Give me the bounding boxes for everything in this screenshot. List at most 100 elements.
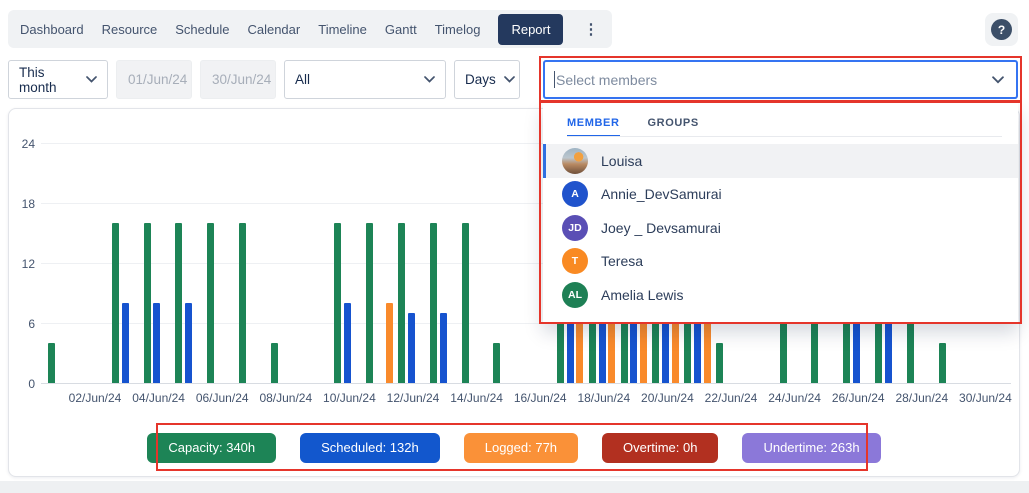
- member-option-louisa[interactable]: Louisa: [543, 144, 1018, 178]
- y-axis-label-24: 24: [9, 137, 35, 151]
- bar-scheduled-day10: [344, 303, 351, 383]
- avatar-initials: A: [562, 181, 588, 207]
- text-cursor: [554, 71, 555, 88]
- date-range-select[interactable]: This month: [8, 60, 108, 99]
- x-axis-label-28-jun-24: 28/Jun/24: [889, 391, 955, 405]
- date-from-value: 01/Jun/24: [128, 72, 187, 87]
- bar-capacity-day10: [334, 223, 341, 383]
- avatar-initials: AL: [562, 282, 588, 308]
- bar-capacity-day4: [144, 223, 151, 383]
- unit-select[interactable]: Days: [454, 60, 520, 99]
- y-axis-label-0: 0: [9, 377, 35, 391]
- member-select-input[interactable]: Select members: [543, 60, 1018, 99]
- bar-capacity-day29: [939, 343, 946, 383]
- x-axis-label-24-jun-24: 24/Jun/24: [762, 391, 828, 405]
- member-option-amelia-lewis[interactable]: AL Amelia Lewis: [543, 278, 1018, 312]
- scope-value: All: [295, 72, 310, 87]
- date-from-input[interactable]: 01/Jun/24: [116, 60, 192, 99]
- member-groups-tabs: MEMBER GROUPS: [567, 117, 699, 137]
- gridline-y0: [41, 383, 1011, 384]
- legend-badge-scheduled[interactable]: Scheduled: 132h: [300, 433, 440, 463]
- legend-badge-overtime[interactable]: Overtime: 0h: [602, 433, 718, 463]
- x-axis-label-26-jun-24: 26/Jun/24: [825, 391, 891, 405]
- bar-capacity-day11: [366, 223, 373, 383]
- bar-capacity-day7: [239, 223, 246, 383]
- chevron-down-icon: [86, 76, 97, 83]
- member-select-placeholder: Select members: [556, 72, 984, 88]
- bar-scheduled-day3: [122, 303, 129, 383]
- bar-capacity-day3: [112, 223, 119, 383]
- member-dropdown-panel: MEMBER GROUPS Louisa A Annie_DevSamurai JDJo…: [543, 102, 1018, 322]
- x-axis-label-20-jun-24: 20/Jun/24: [634, 391, 700, 405]
- member-name: Annie_DevSamurai: [601, 186, 722, 202]
- view-tabs-bar: Dashboard Resource Schedule Calendar Timelin…: [8, 10, 612, 48]
- avatar-initials: JD: [562, 215, 588, 241]
- bar-capacity-day5: [175, 223, 182, 383]
- x-axis-label-06-jun-24: 06/Jun/24: [189, 391, 255, 405]
- chart-legend: Capacity: 340h Scheduled: 132h Logged: 77h…: [9, 433, 1019, 463]
- x-axis-label-04-jun-24: 04/Jun/24: [126, 391, 192, 405]
- legend-badge-logged[interactable]: Logged: 77h: [464, 433, 578, 463]
- app-screen: Dashboard Resource Schedule Calendar Timelin…: [0, 0, 1029, 493]
- x-axis-label-10-jun-24: 10/Jun/24: [316, 391, 382, 405]
- member-list: Louisa A Annie_DevSamurai JDJoey _ Devsamur…: [543, 144, 1018, 312]
- bar-capacity-day12: [398, 223, 405, 383]
- unit-value: Days: [465, 72, 496, 87]
- avatar-photo: [562, 148, 588, 174]
- question-mark-icon: ?: [991, 19, 1012, 40]
- tab-calendar[interactable]: Calendar: [247, 22, 300, 37]
- x-axis-label-18-jun-24: 18/Jun/24: [571, 391, 637, 405]
- bar-capacity-day13: [430, 223, 437, 383]
- bar-capacity-day6: [207, 223, 214, 383]
- avatar-initials: T: [562, 248, 588, 274]
- tab-dashboard[interactable]: Dashboard: [20, 22, 84, 37]
- tab-report[interactable]: Report: [498, 14, 563, 45]
- help-button[interactable]: ?: [985, 13, 1018, 46]
- legend-badge-undertime[interactable]: Undertime: 263h: [742, 433, 880, 463]
- tab-timeline[interactable]: Timeline: [318, 22, 367, 37]
- bar-capacity-day15: [493, 343, 500, 383]
- bar-scheduled-day5: [185, 303, 192, 383]
- x-axis-label-30-jun-24: 30/Jun/24: [952, 391, 1018, 405]
- member-name: Amelia Lewis: [601, 287, 683, 303]
- date-range-value: This month: [19, 65, 78, 95]
- member-option-joey-devsamurai[interactable]: JDJoey _ Devsamurai: [543, 211, 1018, 245]
- bar-capacity-day1: [48, 343, 55, 383]
- chevron-down-icon: [504, 76, 515, 83]
- x-axis-label-08-jun-24: 08/Jun/24: [253, 391, 319, 405]
- member-option-teresa[interactable]: T Teresa: [543, 245, 1018, 279]
- x-axis-label-12-jun-24: 12/Jun/24: [380, 391, 446, 405]
- bar-capacity-day8: [271, 343, 278, 383]
- tab-gantt[interactable]: Gantt: [385, 22, 417, 37]
- tab-resource[interactable]: Resource: [102, 22, 158, 37]
- tab-schedule[interactable]: Schedule: [175, 22, 229, 37]
- member-panel-tab-member[interactable]: MEMBER: [567, 117, 620, 137]
- y-axis-label-18: 18: [9, 197, 35, 211]
- tabs-divider: [567, 136, 1002, 137]
- x-axis-label-22-jun-24: 22/Jun/24: [698, 391, 764, 405]
- y-axis-label-6: 6: [9, 317, 35, 331]
- bar-scheduled-day13: [440, 313, 447, 383]
- scope-select[interactable]: All: [284, 60, 446, 99]
- bar-scheduled-day4: [153, 303, 160, 383]
- bar-logged-day11: [386, 303, 393, 383]
- date-to-value: 30/Jun/24: [212, 72, 271, 87]
- tab-timelog[interactable]: Timelog: [435, 22, 481, 37]
- x-axis-label-14-jun-24: 14/Jun/24: [444, 391, 510, 405]
- x-axis-label-02-jun-24: 02/Jun/24: [62, 391, 128, 405]
- page-bottom-strip: [0, 481, 1029, 493]
- member-name: Teresa: [601, 253, 643, 269]
- y-axis-label-12: 12: [9, 257, 35, 271]
- member-panel-tab-groups[interactable]: GROUPS: [648, 117, 699, 137]
- member-name: Louisa: [601, 153, 642, 169]
- chevron-down-icon: [424, 76, 435, 83]
- member-option-annie-devsamurai[interactable]: A Annie_DevSamurai: [543, 178, 1018, 212]
- more-options-icon[interactable]: ⋮: [581, 20, 600, 38]
- bar-scheduled-day12: [408, 313, 415, 383]
- legend-badge-capacity[interactable]: Capacity: 340h: [147, 433, 276, 463]
- date-to-input[interactable]: 30/Jun/24: [200, 60, 276, 99]
- chevron-down-icon[interactable]: [992, 76, 1004, 84]
- bar-capacity-day22: [716, 343, 723, 383]
- bar-capacity-day14: [462, 223, 469, 383]
- x-axis-label-16-jun-24: 16/Jun/24: [507, 391, 573, 405]
